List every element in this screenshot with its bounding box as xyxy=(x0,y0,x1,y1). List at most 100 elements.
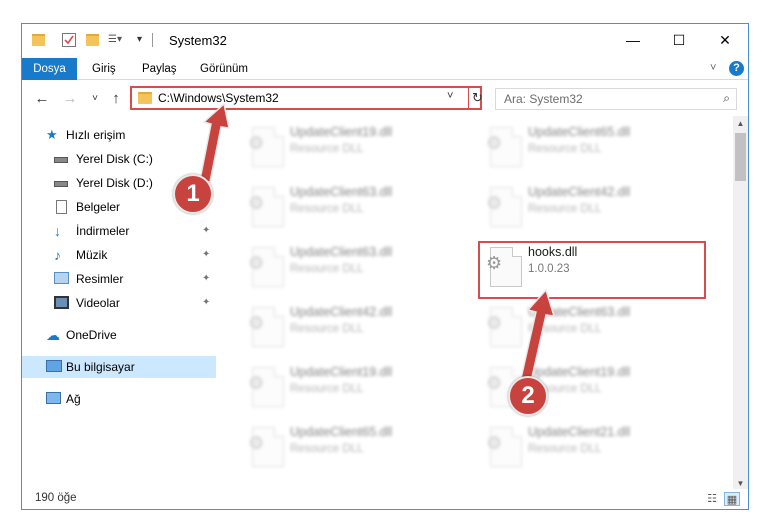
file-name: UpdateClient19.dll xyxy=(290,365,393,379)
file-item[interactable]: ⚙ UpdateClient65.dll Resource DLL xyxy=(480,119,700,175)
gear-icon: ⚙ xyxy=(486,433,503,453)
file-name: UpdateClient63.dll xyxy=(290,245,393,259)
search-input[interactable]: Ara: System32 ⌕ xyxy=(495,88,737,110)
vertical-scrollbar[interactable]: ▲ ▼ xyxy=(733,116,748,491)
properties-icon[interactable] xyxy=(62,33,76,47)
tab-view[interactable]: Görünüm xyxy=(190,58,258,80)
video-icon xyxy=(54,296,69,309)
sidebar-item-videos[interactable]: Videolar ✦ xyxy=(22,292,216,314)
address-dropdown-icon[interactable]: ˅ xyxy=(447,90,453,102)
pin-icon[interactable]: ✦ xyxy=(202,244,210,266)
file-description: Resource DLL xyxy=(290,263,364,275)
file-name: UpdateClient42.dll xyxy=(290,305,393,319)
sidebar-item-label: Videolar xyxy=(76,296,120,310)
sidebar-item-label: Yerel Disk (C:) xyxy=(76,152,153,166)
sidebar-item-label: İndirmeler xyxy=(76,224,130,238)
callout-1: 1 xyxy=(173,174,213,214)
file-item[interactable]: ⚙ UpdateClient42.dll Resource DLL xyxy=(242,299,462,355)
gear-icon: ⚙ xyxy=(486,313,503,333)
drive-icon xyxy=(54,157,68,163)
details-view-icon[interactable]: ☷ xyxy=(704,492,720,506)
gear-icon: ⚙ xyxy=(248,133,265,153)
gear-icon: ⚙ xyxy=(248,193,265,213)
file-description: Resource DLL xyxy=(290,383,364,395)
sidebar-item-quick-access[interactable]: ★ Hızlı erişim xyxy=(22,124,216,146)
file-name: UpdateClient19.dll xyxy=(528,365,631,379)
file-item[interactable]: ⚙ UpdateClient19.dll Resource DLL xyxy=(242,359,462,415)
address-bar[interactable]: C:\Windows\System32 ˅ ↻ xyxy=(130,86,483,110)
sidebar-item-label: Bu bilgisayar xyxy=(66,360,135,374)
file-description: Resource DLL xyxy=(528,323,602,335)
back-button[interactable]: ← xyxy=(32,88,52,108)
pin-icon[interactable]: ✦ xyxy=(202,220,210,242)
help-button[interactable]: ? xyxy=(729,61,744,76)
gear-icon: ⚙ xyxy=(486,373,503,393)
file-item[interactable]: ⚙ UpdateClient19.dll Resource DLL xyxy=(242,119,462,175)
file-item[interactable]: ⚙ UpdateClient63.dll Resource DLL xyxy=(480,299,700,355)
large-icons-view-icon[interactable]: ▦ xyxy=(724,492,740,506)
close-button[interactable]: ✕ xyxy=(702,24,748,56)
minimize-button[interactable]: — xyxy=(610,24,656,56)
callout-2: 2 xyxy=(508,376,548,416)
search-icon[interactable]: ⌕ xyxy=(723,91,730,106)
sidebar-item-pictures[interactable]: Resimler ✦ xyxy=(22,268,216,290)
sidebar-item-music[interactable]: ♪ Müzik ✦ xyxy=(22,244,216,266)
scroll-up-icon[interactable]: ▲ xyxy=(733,116,748,131)
computer-icon xyxy=(46,360,62,372)
sidebar-item-label: Müzik xyxy=(76,248,108,262)
expand-ribbon-icon[interactable]: ˅ xyxy=(710,62,716,74)
folder-icon xyxy=(138,92,152,104)
file-name: UpdateClient63.dll xyxy=(528,305,631,319)
star-icon: ★ xyxy=(46,127,58,142)
customize-toolbar-icon[interactable]: ☰▾ xyxy=(108,33,122,47)
sidebar-item-this-pc[interactable]: Bu bilgisayar xyxy=(22,356,216,378)
tab-home[interactable]: Giriş xyxy=(82,58,126,80)
download-icon: ↓ xyxy=(54,223,61,239)
window-title: System32 xyxy=(169,33,227,48)
file-item[interactable]: ⚙ UpdateClient63.dll Resource DLL xyxy=(242,179,462,235)
gear-icon: ⚙ xyxy=(248,253,265,273)
quick-access-dropdown-icon[interactable]: ▾ xyxy=(137,33,151,47)
sidebar-item-label: OneDrive xyxy=(66,328,117,342)
file-name: UpdateClient65.dll xyxy=(290,425,393,439)
sidebar-item-downloads[interactable]: ↓ İndirmeler ✦ xyxy=(22,220,216,242)
documents-icon xyxy=(56,200,67,214)
sidebar-item-label: Resimler xyxy=(76,272,124,286)
tab-file[interactable]: Dosya xyxy=(22,58,77,80)
address-path[interactable]: C:\Windows\System32 xyxy=(158,91,279,105)
file-item[interactable]: ⚙ UpdateClient65.dll Resource DLL xyxy=(242,419,462,475)
gear-icon: ⚙ xyxy=(248,373,265,393)
file-name: UpdateClient19.dll xyxy=(290,125,393,139)
refresh-button[interactable]: ↻ xyxy=(468,88,483,108)
scroll-thumb[interactable] xyxy=(735,133,746,181)
file-description: Resource DLL xyxy=(290,443,364,455)
sidebar-item-label: Yerel Disk (D:) xyxy=(76,176,153,190)
file-item[interactable]: ⚙ UpdateClient63.dll Resource DLL xyxy=(242,239,462,295)
up-button[interactable]: ↑ xyxy=(106,88,126,108)
pin-icon[interactable]: ✦ xyxy=(202,292,210,314)
file-description: Resource DLL xyxy=(290,143,364,155)
status-bar: 190 öğe ☷ ▦ xyxy=(22,489,748,509)
tab-share[interactable]: Paylaş xyxy=(132,58,187,80)
navigation-bar: ← → ˅ ↑ C:\Windows\System32 ˅ ↻ Ara: Sys… xyxy=(22,81,748,115)
network-icon xyxy=(46,392,61,404)
file-list: ⚙ UpdateClient19.dll Resource DLL ⚙ Upda… xyxy=(232,119,732,494)
maximize-button[interactable]: ☐ xyxy=(656,24,702,56)
search-placeholder: Ara: System32 xyxy=(504,92,583,106)
sidebar-item-label: Hızlı erişim xyxy=(66,128,126,142)
file-description: Resource DLL xyxy=(528,143,602,155)
recent-locations-button[interactable]: ˅ xyxy=(85,88,105,108)
gear-icon: ⚙ xyxy=(248,313,265,333)
cloud-icon: ☁ xyxy=(46,327,60,343)
file-item[interactable]: ⚙ UpdateClient42.dll Resource DLL xyxy=(480,179,700,235)
drive-icon xyxy=(54,181,68,187)
file-name: UpdateClient21.dll xyxy=(528,425,631,439)
sidebar-item-local-disk-c[interactable]: Yerel Disk (C:) xyxy=(22,148,216,170)
file-name: UpdateClient65.dll xyxy=(528,125,631,139)
sidebar-item-onedrive[interactable]: ☁ OneDrive xyxy=(22,324,216,346)
forward-button[interactable]: → xyxy=(60,88,80,108)
new-folder-icon[interactable] xyxy=(86,34,99,46)
pin-icon[interactable]: ✦ xyxy=(202,268,210,290)
file-item[interactable]: ⚙ UpdateClient21.dll Resource DLL xyxy=(480,419,700,475)
sidebar-item-network[interactable]: Ağ xyxy=(22,388,216,410)
